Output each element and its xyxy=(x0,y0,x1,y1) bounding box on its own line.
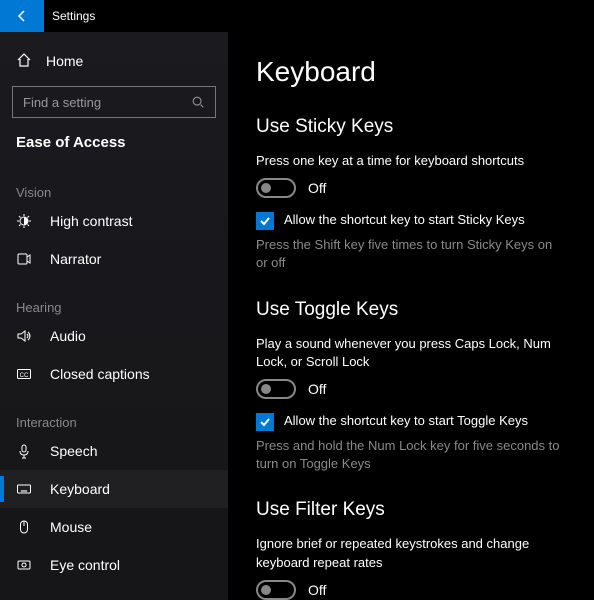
nav-item-label: Eye control xyxy=(50,557,120,573)
nav-item-label: Closed captions xyxy=(50,366,150,382)
sticky-keys-toggle-state: Off xyxy=(308,180,326,196)
sticky-keys-shortcut-checkbox[interactable] xyxy=(256,212,274,230)
nav-item-label: Keyboard xyxy=(50,481,110,497)
nav-speech[interactable]: Speech xyxy=(0,432,228,470)
toggle-keys-shortcut-checkbox[interactable] xyxy=(256,413,274,431)
keyboard-icon xyxy=(16,481,32,497)
sticky-keys-toggle[interactable] xyxy=(256,178,296,198)
nav-item-label: Mouse xyxy=(50,519,92,535)
search-placeholder: Find a setting xyxy=(23,95,101,110)
sidebar: Home Find a setting Ease of Access Visio… xyxy=(0,32,228,600)
cc-icon: CC xyxy=(16,366,32,382)
toggle-keys-hint: Press and hold the Num Lock key for five… xyxy=(256,437,566,473)
search-input[interactable]: Find a setting xyxy=(12,86,216,118)
group-hearing: Hearing xyxy=(0,278,228,317)
window-title: Settings xyxy=(44,9,95,23)
half-sun-icon xyxy=(16,213,32,229)
arrow-left-icon xyxy=(14,8,30,24)
sticky-keys-hint: Press the Shift key five times to turn S… xyxy=(256,236,566,272)
check-icon xyxy=(259,215,271,227)
eye-icon xyxy=(16,557,32,573)
speaker-icon xyxy=(16,328,32,344)
section-toggle-keys-header: Use Toggle Keys xyxy=(256,299,566,321)
nav-high-contrast[interactable]: High contrast xyxy=(0,202,228,240)
sticky-keys-checkbox-label: Allow the shortcut key to start Sticky K… xyxy=(284,212,525,229)
filter-keys-toggle[interactable] xyxy=(256,580,296,600)
category-label: Ease of Access xyxy=(0,130,228,163)
nav-audio[interactable]: Audio xyxy=(0,317,228,355)
nav-mouse[interactable]: Mouse xyxy=(0,508,228,546)
title-bar: Settings xyxy=(0,0,594,32)
nav-eye-control[interactable]: Eye control xyxy=(0,546,228,584)
group-vision: Vision xyxy=(0,163,228,202)
nav-item-label: Narrator xyxy=(50,251,101,267)
back-button[interactable] xyxy=(0,0,44,32)
sticky-keys-desc: Press one key at a time for keyboard sho… xyxy=(256,152,566,170)
filter-keys-toggle-state: Off xyxy=(308,582,326,598)
nav-narrator[interactable]: Narrator xyxy=(0,240,228,278)
toggle-keys-checkbox-label: Allow the shortcut key to start Toggle K… xyxy=(284,413,528,430)
page-title: Keyboard xyxy=(256,56,566,88)
mouse-icon xyxy=(16,519,32,535)
search-icon xyxy=(191,95,205,109)
nav-item-label: Audio xyxy=(50,328,86,344)
nav-home-label: Home xyxy=(46,53,83,69)
group-interaction: Interaction xyxy=(0,393,228,432)
narrator-icon xyxy=(16,251,32,267)
content-pane: Keyboard Use Sticky Keys Press one key a… xyxy=(228,32,594,600)
mic-icon xyxy=(16,443,32,459)
nav-item-label: Speech xyxy=(50,443,97,459)
toggle-keys-toggle-state: Off xyxy=(308,381,326,397)
nav-closed-captions[interactable]: CC Closed captions xyxy=(0,355,228,393)
home-icon xyxy=(16,52,32,71)
check-icon xyxy=(259,416,271,428)
section-filter-keys-header: Use Filter Keys xyxy=(256,499,566,521)
nav-item-label: High contrast xyxy=(50,213,132,229)
toggle-keys-toggle[interactable] xyxy=(256,379,296,399)
section-sticky-keys-header: Use Sticky Keys xyxy=(256,116,566,138)
nav-home[interactable]: Home xyxy=(0,42,228,80)
svg-text:CC: CC xyxy=(20,373,29,379)
nav-keyboard[interactable]: Keyboard xyxy=(0,470,228,508)
toggle-keys-desc: Play a sound whenever you press Caps Loc… xyxy=(256,335,566,371)
filter-keys-desc: Ignore brief or repeated keystrokes and … xyxy=(256,535,566,571)
